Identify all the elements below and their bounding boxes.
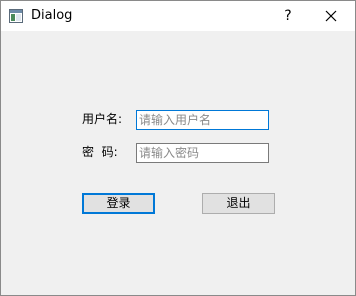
app-window-icon xyxy=(9,9,23,23)
window-title: Dialog xyxy=(31,8,73,23)
close-button[interactable] xyxy=(307,1,355,31)
help-button[interactable]: ? xyxy=(271,1,305,31)
dialog-window: Dialog ? 用户名: 请输入用户名 密 码: 请输入密码 登录 退出 xyxy=(0,0,356,296)
username-input[interactable]: 请输入用户名 xyxy=(136,110,269,130)
password-input[interactable]: 请输入密码 xyxy=(136,143,269,163)
close-icon xyxy=(325,10,337,22)
login-button[interactable]: 登录 xyxy=(82,193,155,214)
title-bar[interactable]: Dialog ? xyxy=(1,1,355,31)
exit-button[interactable]: 退出 xyxy=(202,193,275,214)
password-label: 密 码: xyxy=(82,145,118,159)
username-label: 用户名: xyxy=(82,112,123,126)
